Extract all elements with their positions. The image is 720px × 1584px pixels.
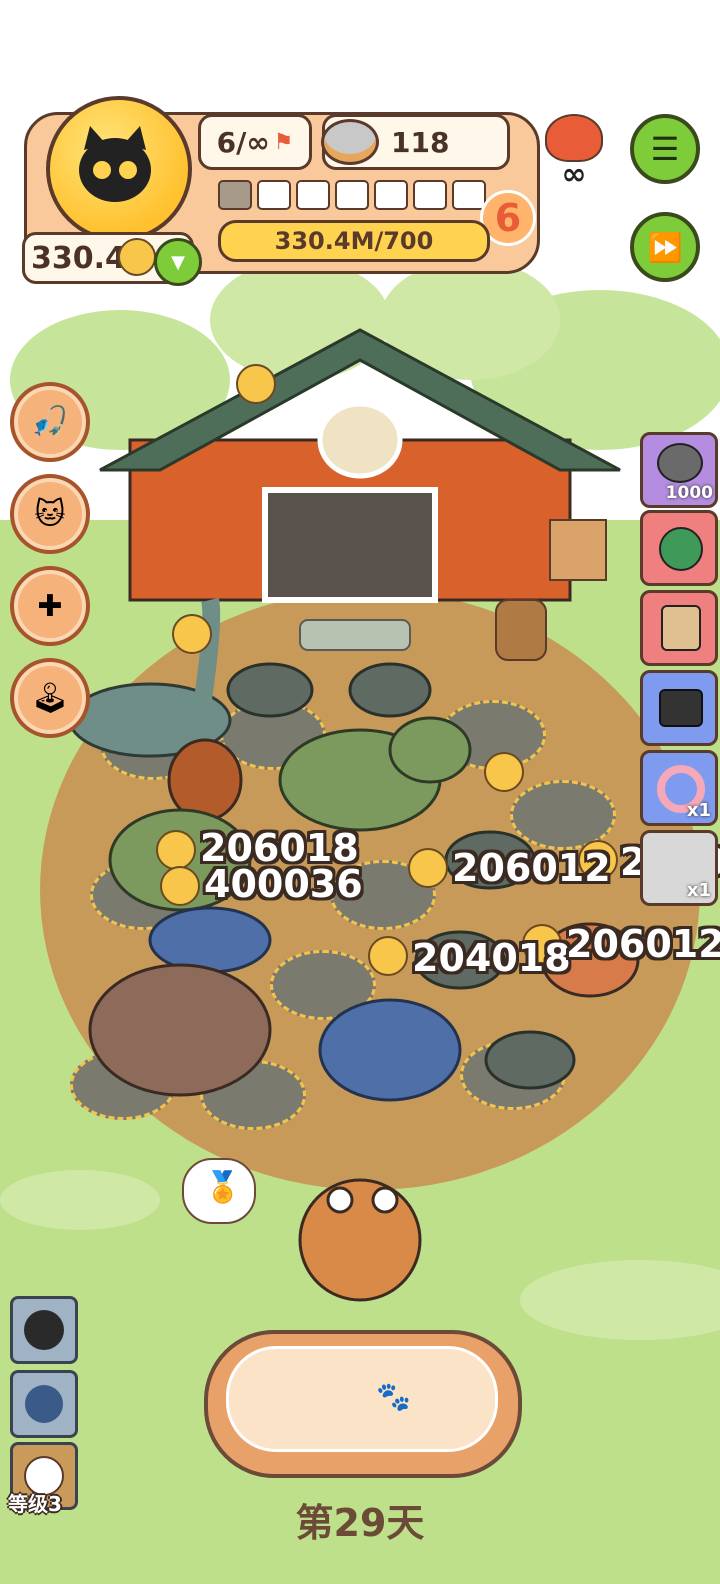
slime-icon	[659, 527, 703, 571]
damage-number: 206012	[566, 922, 720, 966]
coins-pill: 118	[321, 114, 510, 170]
game-scene: 206018 400036 206012 2040 204018 206012 …	[0, 0, 720, 1584]
level-segment	[374, 180, 408, 210]
medkit-button[interactable]: ✚	[10, 566, 90, 646]
cat-skill-button[interactable]	[10, 1296, 78, 1364]
fire-infinity-badge[interactable]: ∞	[544, 114, 604, 190]
level-segment	[335, 180, 369, 210]
joystick-button[interactable]: 🕹	[10, 658, 90, 738]
day-label: 第29天	[295, 1501, 425, 1545]
action-button[interactable]: 🐾	[204, 1330, 522, 1478]
cat-face-icon	[24, 1310, 64, 1350]
donut-card[interactable]: x1	[640, 750, 718, 826]
card-count: x1	[686, 880, 711, 901]
joystick-icon: 🕹	[30, 680, 70, 716]
chevron-down-icon: ▼	[171, 251, 185, 273]
green-slime-card[interactable]	[640, 510, 718, 586]
lucky-cat-button[interactable]: 🐱	[10, 474, 90, 554]
damage-number: 206012	[452, 846, 611, 890]
fast-forward-button[interactable]: ⏩	[630, 212, 700, 282]
certificate-medal-icon: 🏅	[204, 1170, 242, 1205]
skeleton-card[interactable]	[640, 590, 718, 666]
xp-bar: 330.4M/700	[218, 220, 490, 262]
paw-coin-icon[interactable]	[172, 614, 212, 654]
flag-icon: ⚑	[273, 129, 294, 155]
paw-currency-icon	[118, 238, 156, 276]
card-count: 1000	[665, 483, 713, 503]
paw-print-icon: 🐾	[376, 1380, 411, 1413]
level-segment	[452, 180, 486, 210]
cat-food-can-icon	[321, 119, 379, 165]
egg-icon	[25, 1385, 63, 1423]
lucky-cat-icon: 🐱	[34, 496, 66, 532]
egg-skill-button[interactable]	[10, 1370, 78, 1438]
camera-card[interactable]	[640, 670, 718, 746]
damage-number: 204018	[412, 936, 571, 980]
dropdown-button[interactable]: ▼	[154, 238, 202, 286]
paw-coin-icon[interactable]	[408, 848, 448, 888]
gray-item-card[interactable]: x1	[640, 830, 718, 906]
card-count: x1	[686, 800, 711, 821]
battle-count-text: 6/∞	[216, 125, 270, 159]
medkit-icon: ✚	[37, 588, 63, 624]
action-button-face	[226, 1346, 498, 1452]
level-segment	[296, 180, 330, 210]
paw-coin-icon[interactable]	[236, 364, 276, 404]
stone-nest-card[interactable]: 1000	[640, 432, 718, 508]
fast-forward-icon: ⏩	[647, 230, 683, 264]
level-progress-segments	[218, 180, 486, 210]
skeleton-icon	[661, 605, 701, 651]
paw-coin-icon[interactable]	[368, 936, 408, 976]
level-segment	[218, 180, 252, 210]
paw-coin-icon[interactable]	[156, 830, 196, 870]
battle-count-pill: 6/∞ ⚑	[198, 114, 312, 170]
black-cat-icon	[79, 126, 151, 202]
list-menu-icon: ☰	[650, 130, 680, 168]
stone-nest-icon	[657, 443, 703, 483]
menu-button[interactable]: ☰	[630, 114, 700, 184]
flame-icon	[545, 114, 603, 162]
fishing-rod-icon: 🎣	[31, 404, 69, 440]
damage-number: 400036	[204, 862, 363, 906]
paw-coin-icon[interactable]	[484, 752, 524, 792]
coins-value: 118	[391, 125, 450, 159]
player-avatar[interactable]	[46, 96, 192, 242]
camera-icon	[659, 689, 703, 727]
level-segment	[413, 180, 447, 210]
quest-bubble[interactable]: 🏅	[182, 1158, 256, 1224]
fishing-rod-button[interactable]: 🎣	[10, 382, 90, 462]
infinity-text: ∞	[561, 157, 587, 192]
paw-coin-icon[interactable]	[160, 866, 200, 906]
level-segment	[257, 180, 291, 210]
